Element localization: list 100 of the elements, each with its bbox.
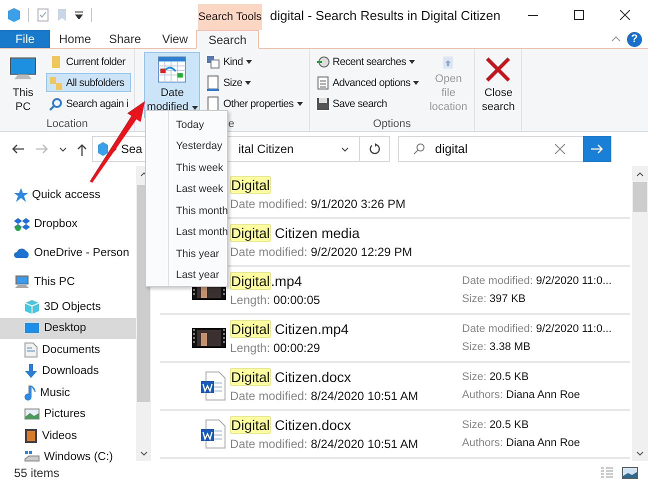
file-name[interactable]: Digital Citizen.docx	[230, 369, 462, 385]
cube-icon	[8, 8, 20, 22]
ribbon-button[interactable]: Save search	[312, 94, 422, 113]
group-label: Location	[46, 118, 88, 131]
property-text: Authors: Diana Ann Roe	[462, 437, 582, 449]
file-name[interactable]: Digital Citizen media	[230, 225, 462, 241]
property-text: Date modified: 8/24/2020 10:51 AM	[230, 437, 420, 451]
nav-item[interactable]: Videos	[0, 425, 136, 446]
nav-item[interactable]: OneDrive - Person	[0, 238, 136, 267]
back-arrow-icon	[11, 144, 25, 154]
scroll-down-icon	[636, 450, 644, 456]
property-text: Size: 20.5 KB	[462, 419, 530, 431]
calendar-icon	[156, 56, 188, 83]
property-text: Size: 20.5 KB	[462, 371, 530, 383]
minimize-icon	[528, 14, 538, 16]
menu-item[interactable]: This year	[146, 243, 227, 264]
nav-item[interactable]: Music	[0, 382, 136, 404]
ribbon-button[interactable]: Advanced options	[312, 73, 422, 92]
scrollbar[interactable]	[632, 166, 648, 461]
scroll-thumb[interactable]	[633, 182, 647, 212]
nav-item[interactable]: Downloads	[0, 360, 136, 382]
video-thumbnail-icon	[192, 328, 226, 348]
cloud-icon	[14, 246, 30, 258]
download-icon	[24, 363, 38, 380]
search-icon	[413, 143, 425, 155]
arrow-icon	[591, 144, 603, 154]
drive-icon	[24, 450, 40, 464]
caret-icon	[413, 80, 420, 84]
up-arrow-icon	[77, 142, 87, 156]
star-icon	[14, 188, 28, 202]
collapse-ribbon-icon[interactable]	[611, 36, 621, 42]
ribbon-button[interactable]: Kind	[203, 52, 306, 71]
menu-item[interactable]: Last year	[146, 264, 227, 286]
clear-icon[interactable]	[555, 144, 565, 154]
nav-item[interactable]: Dropbox	[0, 209, 136, 238]
page-icon	[206, 74, 220, 90]
ribbon-button[interactable]: Close search	[478, 52, 518, 118]
cube-icon	[98, 142, 108, 156]
nav-item[interactable]: This PC	[0, 267, 136, 296]
nav-item[interactable]: Pictures	[0, 404, 136, 425]
customize-caret-icon[interactable]	[75, 11, 83, 19]
caret-icon[interactable]	[341, 146, 349, 152]
ribbon-button[interactable]: Recent searches	[312, 52, 422, 71]
ribbon-button[interactable]: This PC	[3, 52, 43, 118]
ribbon-button[interactable]: Current folder	[46, 52, 132, 71]
nav-item[interactable]: Desktop	[0, 318, 136, 339]
ribbon-button[interactable]: Other properties	[203, 94, 306, 113]
details-view-icon[interactable]	[600, 467, 614, 479]
address-text: ital Citizen	[238, 142, 295, 156]
search-go-button[interactable]	[583, 136, 611, 162]
refresh-button[interactable]	[360, 136, 390, 162]
film-icon	[24, 428, 38, 444]
nav-item[interactable]: Windows (C:)	[0, 446, 136, 468]
property-text: Length: 00:00:05	[230, 293, 322, 307]
cube-icon	[24, 298, 40, 315]
ribbon-tab[interactable]: File	[0, 30, 50, 48]
document-icon	[24, 342, 38, 358]
property-text: Date modified: 9/2/2020 11:0...	[462, 323, 613, 335]
property-text: Length: 00:00:29	[230, 341, 322, 355]
file-name[interactable]: Digital Citizen.docx	[230, 417, 462, 433]
search-icon	[49, 96, 63, 110]
list-icon	[316, 76, 330, 90]
scroll-down-icon	[140, 450, 148, 456]
checklist-icon[interactable]	[37, 8, 49, 22]
menu-item[interactable]: Last month	[146, 222, 227, 243]
search-field[interactable]: digital	[398, 136, 612, 162]
maximize-icon	[574, 10, 584, 20]
file-name[interactable]: Digital.mp4	[230, 273, 462, 289]
caret-icon	[246, 60, 252, 64]
ribbon-button[interactable]: Size	[203, 73, 306, 92]
nav-item[interactable]: Documents	[0, 339, 136, 360]
menu-item[interactable]: Last week	[146, 178, 227, 200]
dropbox-icon	[14, 216, 30, 230]
group-label: Options	[373, 118, 411, 131]
folders-icon	[49, 76, 63, 90]
property-text: Date modified: 9/1/2020 3:26 PM	[230, 197, 406, 211]
nav-item[interactable]: Quick access	[0, 180, 136, 209]
menu-item[interactable]: This week	[146, 157, 227, 178]
help-button[interactable]: ?	[627, 32, 642, 46]
file-name[interactable]: Digital Citizen.mp4	[230, 321, 462, 337]
property-text: Size: 3.38 MB	[462, 341, 532, 353]
word-document-icon	[200, 419, 226, 449]
word-document-icon	[200, 371, 226, 401]
forward-arrow-icon	[35, 144, 49, 154]
group-label: e	[228, 118, 234, 131]
ribbon-button[interactable]: All subfolders	[46, 73, 132, 92]
thumbnail-view-icon[interactable]	[622, 467, 638, 479]
floppy-icon	[316, 96, 330, 110]
clock-icon	[316, 54, 330, 68]
caret-icon	[409, 60, 416, 64]
caret-icon	[59, 146, 67, 152]
nav-item[interactable]: 3D Objects	[0, 296, 136, 318]
file-name[interactable]: Digital	[230, 177, 462, 193]
ribbon-button[interactable]: Search again i	[46, 94, 132, 113]
address-text: Sea	[121, 142, 142, 156]
ribbon-tab[interactable]: Search	[196, 30, 259, 49]
window-title: digital - Search Results in Digital Citizen	[270, 6, 502, 25]
menu-item[interactable]: Yesterday	[146, 136, 227, 157]
menu-item[interactable]: This month	[146, 200, 227, 222]
desktop-icon	[24, 322, 40, 334]
